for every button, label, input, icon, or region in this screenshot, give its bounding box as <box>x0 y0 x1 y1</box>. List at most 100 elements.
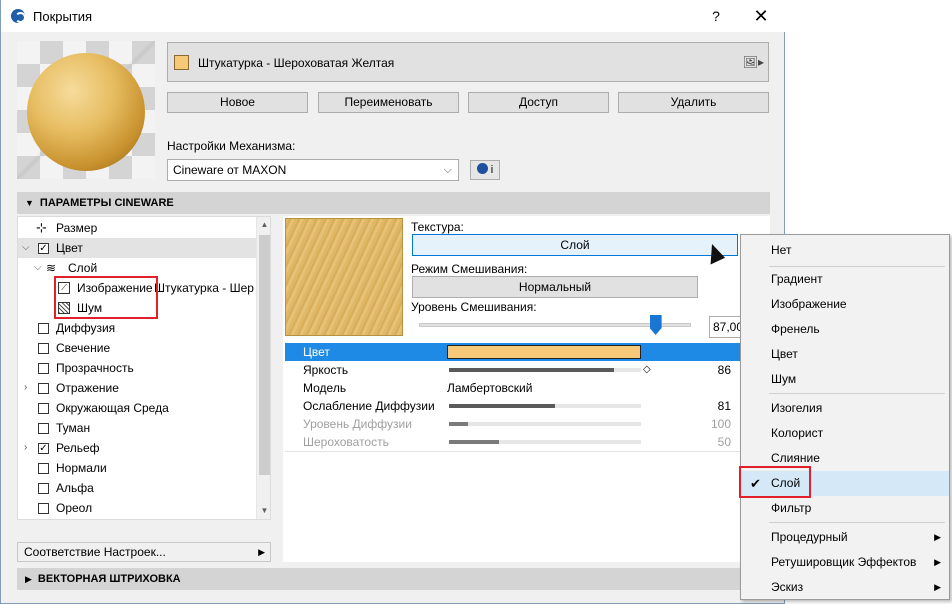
menu-item-effects[interactable]: Ретушировщик Эффектов ▶ <box>741 550 949 575</box>
tree-item-normal[interactable]: Нормали <box>18 458 256 478</box>
scrollbar-thumb[interactable] <box>259 235 270 475</box>
checkbox[interactable] <box>38 423 49 434</box>
checkbox[interactable] <box>38 503 49 514</box>
checkbox[interactable] <box>38 363 49 374</box>
menu-item-noise[interactable]: Шум <box>741 367 949 392</box>
menu-item-label: Процедурный <box>771 530 848 544</box>
menu-item-label: Фильтр <box>771 501 812 515</box>
prop-row-diffuse-level[interactable]: Уровень Диффузии 100 <box>285 415 741 433</box>
checkbox[interactable] <box>38 323 49 334</box>
chevron-right-icon: ▶ <box>258 547 265 557</box>
tree-item-luminance[interactable]: Свечение <box>18 338 256 358</box>
prop-label: Уровень Диффузии <box>303 417 412 431</box>
prop-row-brightness[interactable]: Яркость ◇ 86 <box>285 361 741 379</box>
tree-item-alpha[interactable]: Альфа <box>18 478 256 498</box>
match-settings-select[interactable]: Соответствие Настроек... ▶ <box>17 542 271 562</box>
prop-value: 86 <box>717 363 731 377</box>
tree-item-label: Диффузия <box>56 321 116 335</box>
image-menu-icon[interactable]: 🖼▸ <box>743 55 764 69</box>
prop-row-diffuse-falloff[interactable]: Ослабление Диффузии 81 <box>285 397 741 415</box>
brightness-bar[interactable] <box>449 368 641 372</box>
texture-button[interactable]: Слой <box>412 234 738 256</box>
cineware-section-title: ПАРАМЕТРЫ CINEWARE <box>39 197 174 209</box>
prop-label: Ослабление Диффузии <box>303 399 435 413</box>
tree-item-glow[interactable]: Ореол <box>18 498 256 518</box>
help-button[interactable]: ? <box>704 4 728 28</box>
tree-item-layer[interactable]: ⌵ ≋ Слой <box>18 258 256 278</box>
menu-item-gradient[interactable]: Градиент <box>741 267 949 292</box>
tree-item-transparency[interactable]: Прозрачность <box>18 358 256 378</box>
prop-value: 100 <box>710 417 731 431</box>
menu-item-posterizer[interactable]: Изогелия <box>741 396 949 421</box>
cineware-section-header[interactable]: ▼ ПАРАМЕТРЫ CINEWARE <box>17 192 770 214</box>
tree-item-reflection[interactable]: › Отражение <box>18 378 256 398</box>
close-button[interactable]: ✕ <box>749 4 773 28</box>
slider-handle-icon[interactable]: ◇ <box>643 361 651 379</box>
engine-info-button[interactable]: i <box>470 160 500 180</box>
blend-mode-button[interactable]: Нормальный <box>412 276 698 298</box>
prop-label: Цвет <box>303 345 330 359</box>
rename-button[interactable]: Переименовать <box>318 92 459 113</box>
prop-row-color[interactable]: Цвет <box>285 343 741 361</box>
app-logo-icon <box>11 9 26 23</box>
checkbox[interactable] <box>38 343 49 354</box>
blend-level-input[interactable]: 87,00 <box>709 316 741 338</box>
menu-item-none[interactable]: Нет <box>741 238 949 263</box>
menu-item-label: Френель <box>771 322 820 336</box>
delete-button[interactable]: Удалить <box>618 92 769 113</box>
checkbox[interactable] <box>38 403 49 414</box>
access-button[interactable]: Доступ <box>468 92 609 113</box>
resize-icon: ⊹ <box>36 220 47 235</box>
checkbox[interactable] <box>38 483 49 494</box>
vector-hatch-section-header[interactable]: ▶ ВЕКТОРНАЯ ШТРИХОВКА <box>17 568 770 590</box>
engine-select-value: Cineware от MAXON <box>173 163 287 177</box>
chevron-down-icon[interactable]: ⌵ <box>22 238 30 258</box>
checkbox[interactable]: ✓ <box>38 443 49 454</box>
tree-item-fog[interactable]: Туман <box>18 418 256 438</box>
menu-item-image[interactable]: Изображение <box>741 292 949 317</box>
scroll-down-icon[interactable]: ▼ <box>257 503 270 519</box>
new-button[interactable]: Новое <box>167 92 308 113</box>
menu-item-filter[interactable]: Фильтр <box>741 496 949 521</box>
diffuse-falloff-bar[interactable] <box>449 404 641 408</box>
prop-row-roughness[interactable]: Шероховатость 50 <box>285 433 741 451</box>
collapse-triangle-icon: ▼ <box>25 198 34 208</box>
chevron-down-icon: ⌵ <box>443 164 452 176</box>
roughness-bar[interactable] <box>449 440 641 444</box>
scroll-up-icon[interactable]: ▲ <box>257 217 270 233</box>
material-preview <box>17 41 155 179</box>
prop-text-value: Ламбертовский <box>447 381 533 395</box>
checkbox[interactable]: ✓ <box>38 243 49 254</box>
menu-item-sketch[interactable]: Эскиз ▶ <box>741 575 949 600</box>
menu-item-label: Изображение <box>771 297 847 311</box>
tree-item-bump[interactable]: › ✓ Рельеф <box>18 438 256 458</box>
tree-item-label: Прозрачность <box>56 361 134 375</box>
menu-item-fresnel[interactable]: Френель <box>741 317 949 342</box>
prop-row-model[interactable]: Модель Ламбертовский <box>285 379 741 397</box>
menu-item-label: Эскиз <box>771 580 804 594</box>
color-swatch[interactable] <box>447 345 641 359</box>
tree-item-size[interactable]: ⊹ Размер <box>18 218 256 238</box>
tree-item-diffusion[interactable]: Диффузия <box>18 318 256 338</box>
diffuse-level-bar[interactable] <box>449 422 641 426</box>
tree-scrollbar[interactable]: ▲ ▼ <box>256 217 270 519</box>
tree-item-suffix: Штукатурка - Шер <box>154 281 254 295</box>
chevron-right-icon[interactable]: › <box>24 378 27 398</box>
menu-item-procedural[interactable]: Процедурный ▶ <box>741 525 949 550</box>
preview-sphere <box>27 53 145 171</box>
engine-select[interactable]: Cineware от MAXON ⌵ <box>167 159 459 181</box>
menu-item-color[interactable]: Цвет <box>741 342 949 367</box>
chevron-right-icon[interactable]: › <box>24 438 27 458</box>
chevron-down-icon[interactable]: ⌵ <box>34 258 42 278</box>
checkbox[interactable] <box>38 463 49 474</box>
tree-item-color[interactable]: ⌵ ✓ Цвет <box>18 238 256 258</box>
prop-value: 50 <box>717 435 731 449</box>
menu-item-colorizer[interactable]: Колорист <box>741 421 949 446</box>
material-selector[interactable]: Штукатурка - Шероховатая Желтая 🖼▸ <box>167 42 769 82</box>
tree-item-label: Слой <box>68 261 98 275</box>
blend-level-label: Уровень Смешивания: <box>411 300 537 314</box>
tree-item-label: Альфа <box>56 481 94 495</box>
tree-item-environment[interactable]: Окружающая Среда <box>18 398 256 418</box>
checkbox[interactable] <box>38 383 49 394</box>
bar-fill <box>449 404 555 408</box>
